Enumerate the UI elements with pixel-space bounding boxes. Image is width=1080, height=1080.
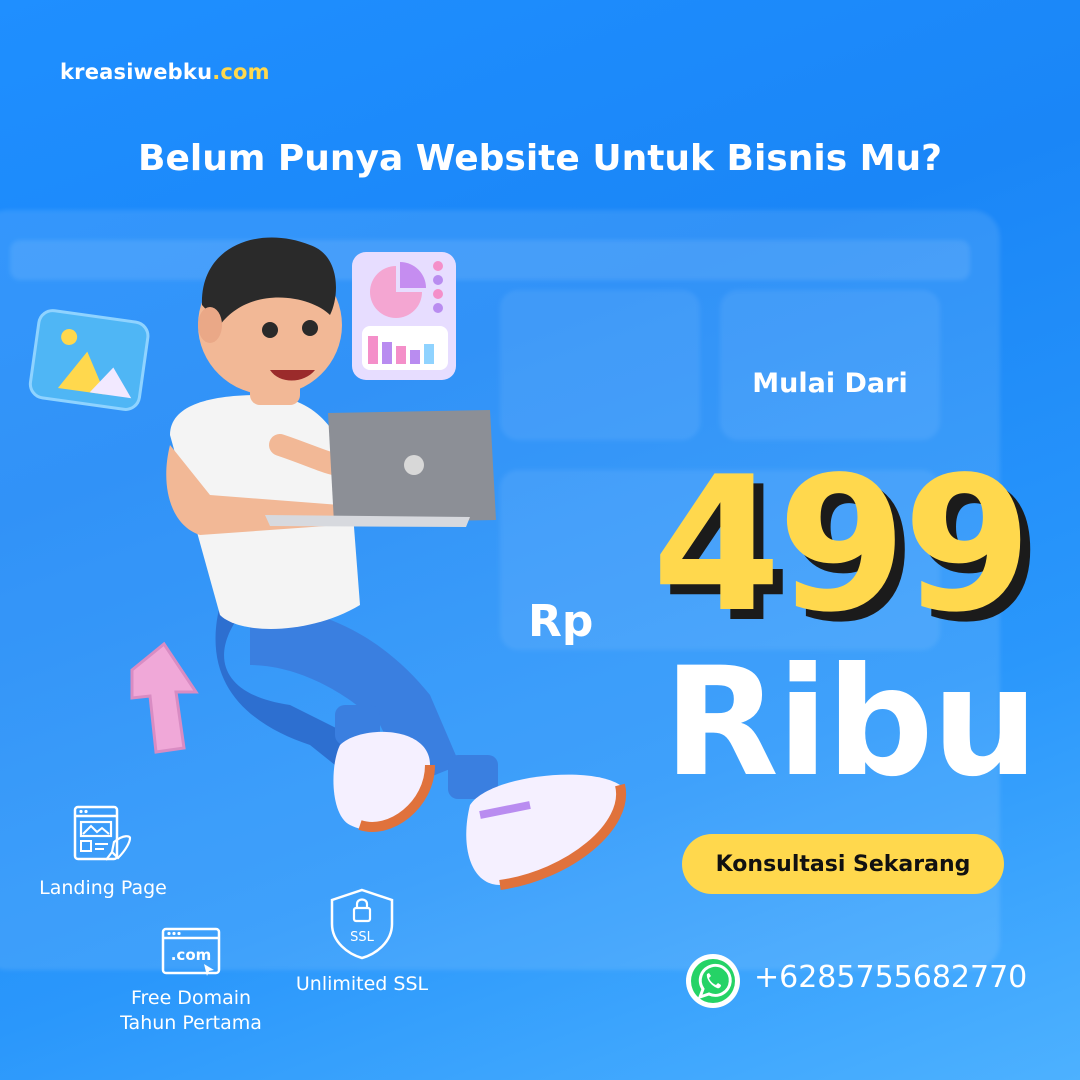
brand-logo[interactable]: kreasiwebku.com bbox=[60, 60, 270, 84]
domain-icon-text: .com bbox=[171, 946, 212, 964]
feature-ssl-label: Unlimited SSL bbox=[295, 973, 429, 995]
feature-landing-page-label: Landing Page bbox=[39, 877, 167, 899]
ssl-shield-icon: SSL bbox=[330, 888, 394, 960]
feature-free-domain-line1: Free Domain bbox=[130, 987, 252, 1009]
promo-banner: kreasiwebku.com Belum Punya Website Untu… bbox=[0, 0, 1080, 1080]
consult-now-button[interactable]: Konsultasi Sekarang bbox=[682, 834, 1004, 894]
feature-free-domain-line2: Tahun Pertama bbox=[120, 1011, 262, 1034]
currency-label: Rp bbox=[528, 596, 594, 647]
brand-tld: .com bbox=[212, 60, 270, 84]
domain-com-icon: .com bbox=[161, 927, 221, 976]
character-illustration bbox=[166, 237, 627, 890]
price-amount: 499 bbox=[651, 436, 1032, 653]
brand-name: kreasiwebku bbox=[60, 60, 213, 84]
headline: Belum Punya Website Untuk Bisnis Mu? bbox=[138, 138, 942, 179]
whatsapp-icon[interactable] bbox=[684, 952, 742, 1010]
phone-number[interactable]: +6285755682770 bbox=[754, 960, 1027, 995]
price-unit: Ribu bbox=[663, 636, 1038, 810]
feature-free-domain-label: Free Domain Tahun Pertama bbox=[98, 986, 284, 1035]
pricing-intro: Mulai Dari bbox=[752, 368, 908, 399]
ssl-badge-text: SSL bbox=[350, 930, 375, 945]
landing-page-icon bbox=[73, 805, 132, 861]
